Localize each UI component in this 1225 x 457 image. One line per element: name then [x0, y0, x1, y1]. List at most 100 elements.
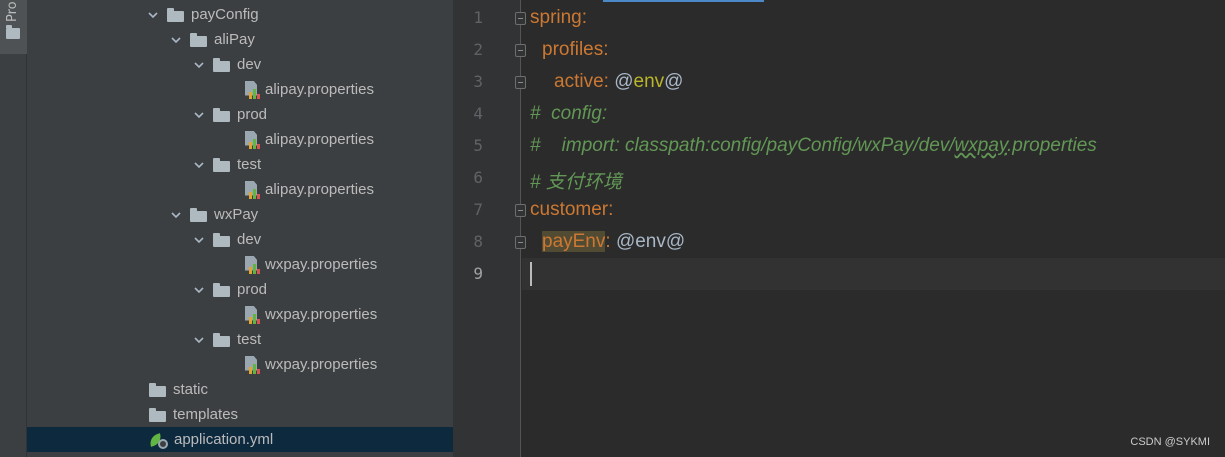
watermark: CSDN @SYKMI [1130, 436, 1210, 448]
fold-marker-icon[interactable] [515, 12, 526, 25]
fold-guide [520, 218, 521, 236]
yaml-key: spring [530, 7, 582, 28]
tree-item-alipay-prod[interactable]: prod [27, 102, 453, 127]
line-number: 1 [473, 8, 483, 27]
comment-text: # import: classpath:config/payConfig/wxP… [530, 135, 955, 156]
line-number: 4 [473, 104, 483, 123]
project-tree: payConfig aliPay dev alipay.properties p… [27, 0, 478, 457]
folder-icon [213, 57, 230, 72]
tree-item-application-yml[interactable]: application.yml [27, 427, 453, 452]
project-tab-label: Pro [5, 1, 20, 22]
tree-item-templates[interactable]: templates [27, 402, 453, 427]
code-line-4: # config: [530, 103, 608, 124]
yaml-key: profiles [542, 39, 604, 60]
fold-marker-icon[interactable] [515, 44, 526, 57]
tree-item-label: dev [237, 231, 262, 248]
chevron-down-icon[interactable] [168, 207, 184, 223]
tool-window-stripe: Pro [0, 0, 27, 457]
yaml-key-highlighted: payEnv [542, 231, 606, 252]
tree-item-label: application.yml [174, 431, 274, 448]
tree-item-wxpay-prod[interactable]: prod [27, 277, 453, 302]
properties-file-icon [244, 80, 260, 99]
properties-file-icon [244, 305, 260, 324]
tree-item-label: test [237, 156, 262, 173]
tree-item-label: alipay.properties [265, 181, 374, 198]
fold-end-marker-icon[interactable] [515, 236, 526, 249]
folder-icon [213, 282, 230, 297]
tree-item-label: wxPay [214, 206, 259, 223]
tree-item-payconfig[interactable]: payConfig [27, 2, 453, 27]
tree-item-label: prod [237, 106, 268, 123]
comment-text: .properties [1007, 135, 1097, 156]
yaml-colon: : [603, 71, 609, 92]
tree-item-label: alipay.properties [265, 131, 374, 148]
yaml-colon: : [581, 7, 588, 28]
code-line-5: # import: classpath:config/payConfig/wxP… [530, 135, 1097, 157]
yaml-env: env [633, 71, 665, 92]
line-number-current: 9 [473, 264, 483, 283]
tree-item-alipay-prod-properties[interactable]: alipay.properties [27, 127, 453, 152]
yaml-colon: : [605, 231, 611, 252]
folder-icon [167, 7, 184, 22]
tree-item-wxpay-prod-properties[interactable]: wxpay.properties [27, 302, 453, 327]
folder-icon [213, 107, 230, 122]
chevron-down-icon[interactable] [191, 107, 207, 123]
chevron-down-icon[interactable] [168, 32, 184, 48]
tree-item-label: aliPay [214, 31, 255, 48]
folder-icon [6, 25, 20, 39]
tree-item-wxpay-dev-properties[interactable]: wxpay.properties [27, 252, 453, 277]
text-caret [530, 262, 532, 286]
tree-item-label: test [237, 331, 262, 348]
line-number: 3 [473, 72, 483, 91]
yaml-colon: : [608, 199, 614, 220]
folder-icon [190, 32, 207, 47]
current-line-highlight [522, 258, 1225, 290]
tree-item-wxpay[interactable]: wxPay [27, 202, 453, 227]
code-editor[interactable]: 1 2 3 4 5 6 7 8 9 spring: profiles: acti… [453, 0, 1225, 457]
code-line-1: spring: [530, 7, 587, 29]
chevron-down-icon[interactable] [145, 7, 161, 23]
tree-item-label: templates [173, 406, 239, 423]
yaml-colon: : [603, 39, 609, 60]
tree-item-wxpay-test[interactable]: test [27, 327, 453, 352]
tree-item-label: wxpay.properties [265, 306, 378, 323]
project-tool-window-tab[interactable]: Pro [0, 0, 27, 54]
tree-item-label: wxpay.properties [265, 256, 378, 273]
properties-file-icon [244, 180, 260, 199]
chevron-down-icon[interactable] [191, 332, 207, 348]
code-line-8: payEnv: @env@ [542, 231, 685, 253]
tree-item-wxpay-dev[interactable]: dev [27, 227, 453, 252]
chevron-down-icon[interactable] [191, 232, 207, 248]
tree-item-alipay-test-properties[interactable]: alipay.properties [27, 177, 453, 202]
tree-item-alipay-test[interactable]: test [27, 152, 453, 177]
code-line-2: profiles: [542, 39, 609, 61]
tree-item-static[interactable]: static [27, 377, 453, 402]
yaml-value: @env@ [615, 231, 686, 252]
tree-item-label: prod [237, 281, 268, 298]
tree-item-wxpay-test-properties[interactable]: wxpay.properties [27, 352, 453, 377]
yaml-at: @ [664, 71, 684, 92]
chevron-down-icon[interactable] [191, 157, 207, 173]
fold-marker-icon[interactable] [515, 204, 526, 217]
properties-file-icon [244, 255, 260, 274]
tree-item-alipay[interactable]: aliPay [27, 27, 453, 52]
editor-gutter: 1 2 3 4 5 6 7 8 9 [453, 0, 521, 457]
code-line-3: active: @env@ [554, 71, 683, 93]
tree-item-alipay-dev-properties[interactable]: alipay.properties [27, 77, 453, 102]
chevron-down-icon[interactable] [191, 282, 207, 298]
code-line-7: customer: [530, 199, 613, 221]
tree-item-alipay-dev[interactable]: dev [27, 52, 453, 77]
folder-icon [213, 232, 230, 247]
tree-item-label: static [173, 381, 209, 398]
chevron-down-icon[interactable] [191, 57, 207, 73]
fold-end-marker-icon[interactable] [515, 76, 526, 89]
typo-squiggle: wxpay [954, 135, 1007, 156]
line-number: 2 [473, 40, 483, 59]
tree-item-label: payConfig [191, 6, 259, 23]
folder-icon [213, 157, 230, 172]
code-line-6: # 支付环境 [530, 172, 622, 193]
spring-config-icon [147, 431, 169, 449]
folder-icon [149, 382, 166, 397]
folder-icon [190, 207, 207, 222]
properties-file-icon [244, 355, 260, 374]
